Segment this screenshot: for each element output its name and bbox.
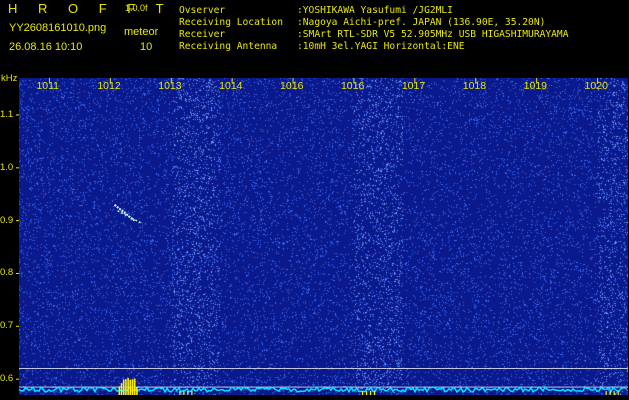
y-tick-label: 0.9 xyxy=(0,214,14,226)
band-marker-1 xyxy=(373,391,376,395)
meteor-peak-bar xyxy=(122,379,125,395)
x-tick-label: 1014 xyxy=(219,80,243,92)
y-tick-label: 1.0 xyxy=(0,161,14,173)
y-tick-label: 0.7 xyxy=(0,320,14,332)
y-tick-label: 0.8 xyxy=(0,267,14,279)
band-marker-2 xyxy=(605,391,607,395)
meteor-echo xyxy=(113,204,136,222)
y-axis-unit: kHz xyxy=(1,73,18,84)
band-marker-2 xyxy=(609,391,611,395)
baseline-trace xyxy=(18,385,628,394)
band-marker-0 xyxy=(183,391,185,395)
meteor-peak-bar xyxy=(125,379,127,395)
band-marker-0 xyxy=(191,391,193,395)
y-tick-label: 0.6 xyxy=(0,373,14,385)
meteor-peak-bar xyxy=(129,379,132,395)
x-tick-label: 1016 xyxy=(340,80,365,92)
meteor-peak-bar xyxy=(120,383,123,395)
band-marker-1 xyxy=(361,391,364,395)
x-tick-label: 1018 xyxy=(462,80,487,92)
x-tick-label: 1012 xyxy=(97,80,121,92)
x-tick-label: 1020 xyxy=(584,80,608,92)
meteor-peak-bar xyxy=(136,387,138,395)
band-marker-2 xyxy=(613,391,615,395)
band-marker-2 xyxy=(617,391,619,395)
band-marker-1 xyxy=(365,391,368,395)
x-tick-label: 1013 xyxy=(158,80,182,92)
x-tick-label: 1019 xyxy=(523,80,547,92)
meteor-peak-bar xyxy=(127,377,129,395)
x-tick-label: 1017 xyxy=(401,80,426,92)
x-tick-label: 1011 xyxy=(36,80,60,92)
meteor-peak-bar xyxy=(131,379,134,395)
chart-overlay xyxy=(16,78,628,395)
meteor-peak-bar xyxy=(133,378,136,395)
band-marker-1 xyxy=(369,391,372,395)
x-tick-label: 1016 xyxy=(280,80,304,92)
hroft-display: H R O F F T 1.0.0f YY2608161010.png mete… xyxy=(0,0,629,400)
band-marker-0 xyxy=(187,391,189,395)
band-marker-0 xyxy=(179,391,181,395)
meteor-peak-bar xyxy=(118,386,121,395)
y-tick-label: 1.1 xyxy=(0,108,14,120)
